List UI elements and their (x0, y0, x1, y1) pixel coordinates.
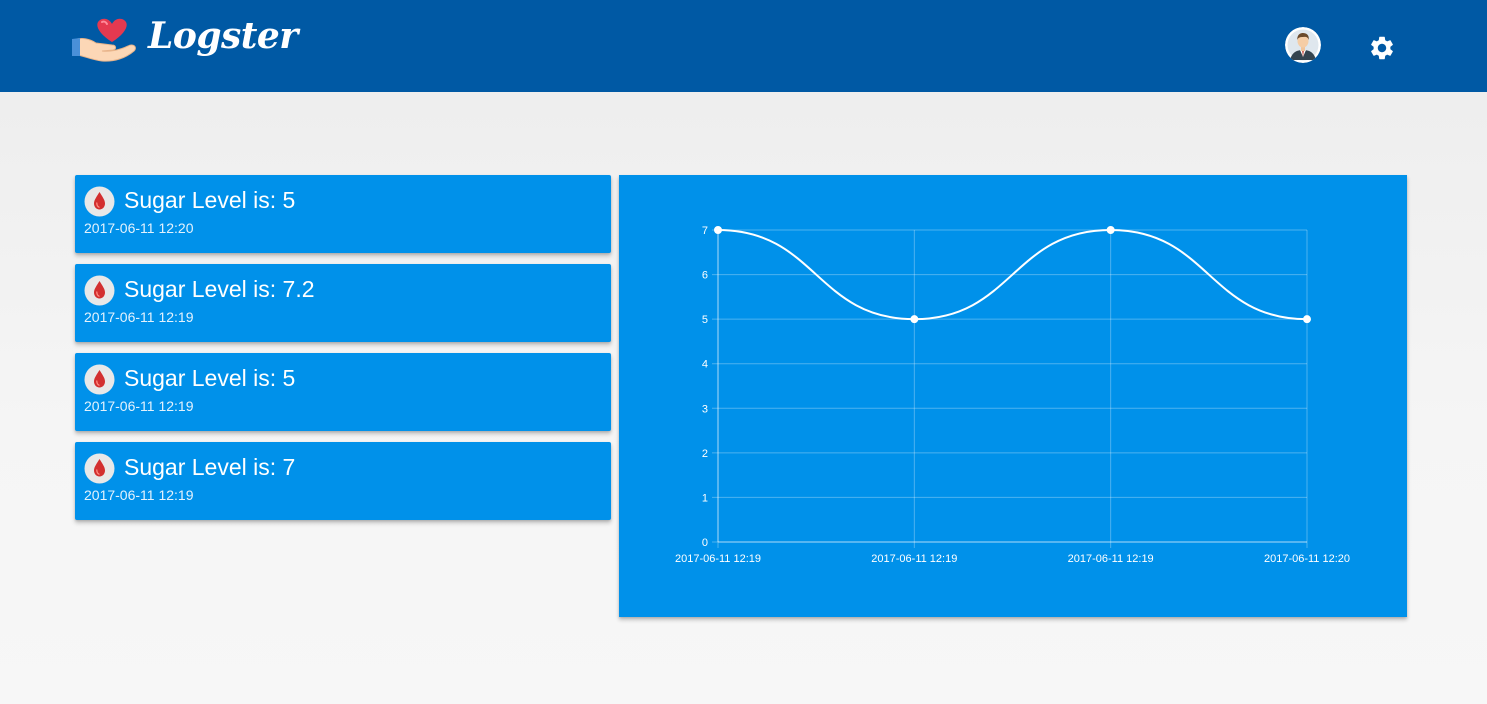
blood-drop-icon (84, 453, 115, 484)
reading-timestamp: 2017-06-11 12:19 (84, 398, 194, 414)
y-tick-label: 1 (702, 492, 708, 504)
reading-timestamp: 2017-06-11 12:20 (84, 220, 194, 236)
y-tick-label: 5 (702, 314, 708, 326)
data-point[interactable] (1106, 226, 1115, 234)
y-tick-label: 0 (702, 537, 708, 549)
data-point[interactable] (1303, 315, 1311, 324)
reading-value: Sugar Level is: 5 (124, 187, 296, 213)
reading-list: Sugar Level is: 5 2017-06-11 12:20 Sugar… (75, 175, 611, 531)
x-tick-label: 2017-06-11 12:19 (675, 553, 761, 565)
reading-value: Sugar Level is: 7.2 (124, 276, 315, 302)
y-tick-label: 2 (702, 448, 708, 460)
data-point[interactable] (910, 315, 919, 324)
avatar[interactable] (1285, 27, 1321, 63)
sugar-level-chart: 0 1 2 3 4 5 6 7 2017-06-11 12:19 2017-06-11 12:19… (619, 175, 1407, 617)
gear-icon (1371, 36, 1393, 60)
line-chart: 0 1 2 3 4 5 6 7 2017-06-11 12:19 2017-06-11 12:19… (675, 225, 1350, 565)
x-tick-label: 2017-06-11 12:20 (1264, 553, 1350, 565)
blood-drop-icon (84, 364, 115, 395)
heart-in-hand-icon (72, 18, 136, 62)
y-tick-label: 6 (702, 270, 708, 282)
app-name: Logster (148, 15, 298, 57)
reading-value: Sugar Level is: 5 (124, 365, 296, 391)
app-header: Logster (0, 0, 1487, 92)
reading-timestamp: 2017-06-11 12:19 (84, 309, 194, 325)
chart-ticks: 0 1 2 3 4 5 6 7 2017-06-11 12:19 2017-06-11 12:19… (675, 225, 1350, 565)
reading-timestamp: 2017-06-11 12:19 (84, 487, 194, 503)
reading-card[interactable]: Sugar Level is: 7.2 2017-06-11 12:19 (75, 264, 611, 342)
reading-value: Sugar Level is: 7 (124, 454, 296, 480)
user-avatar-icon (1285, 27, 1321, 63)
blood-drop-icon (84, 275, 115, 306)
blood-drop-icon (84, 186, 115, 217)
data-point[interactable] (714, 226, 722, 234)
y-tick-label: 4 (702, 359, 708, 371)
settings-button[interactable] (1368, 34, 1396, 62)
x-tick-label: 2017-06-11 12:19 (871, 553, 957, 565)
logo[interactable]: Logster (72, 14, 298, 66)
reading-card[interactable]: Sugar Level is: 7 2017-06-11 12:19 (75, 442, 611, 520)
y-tick-label: 3 (702, 403, 708, 415)
y-tick-label: 7 (702, 225, 708, 237)
x-tick-label: 2017-06-11 12:19 (1068, 553, 1154, 565)
reading-card[interactable]: Sugar Level is: 5 2017-06-11 12:19 (75, 353, 611, 431)
reading-card[interactable]: Sugar Level is: 5 2017-06-11 12:20 (75, 175, 611, 253)
